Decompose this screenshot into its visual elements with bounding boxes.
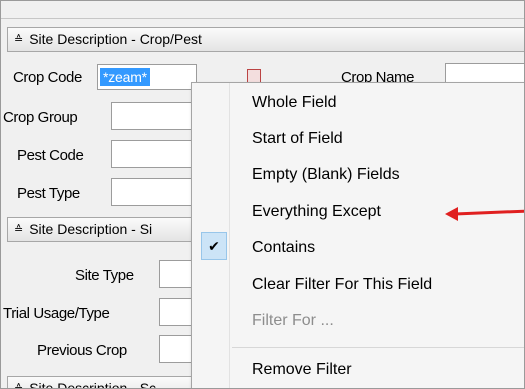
site-type-label: Site Type <box>75 267 134 284</box>
menu-item-clear-filter-field[interactable]: Clear Filter For This Field <box>232 269 524 301</box>
menu-item-contains[interactable]: Contains <box>232 232 524 264</box>
menu-separator <box>232 347 524 348</box>
crop-code-label: Crop Code <box>13 69 82 86</box>
menu-item-remove-filter[interactable]: Remove Filter <box>232 354 524 386</box>
menu-item-start-of-field[interactable]: Start of Field <box>232 123 524 155</box>
collapse-icon[interactable]: ≙ <box>14 383 23 388</box>
menu-item-whole-field[interactable]: Whole Field <box>232 87 524 119</box>
section-header-crop-pest[interactable]: ≙ Site Description - Crop/Pest <box>7 27 524 52</box>
trial-usage-label: Trial Usage/Type <box>3 305 110 322</box>
pest-code-label: Pest Code <box>17 147 84 164</box>
collapse-icon[interactable]: ≙ <box>14 224 23 236</box>
filter-context-menu: ✔ Whole Field Start of Field Empty (Blan… <box>191 82 524 388</box>
pest-type-label: Pest Type <box>17 185 80 202</box>
check-icon: ✔ <box>201 232 227 260</box>
section-title: Site Description - Si <box>29 221 153 237</box>
annotation-arrow-icon <box>445 207 524 221</box>
section-title: Site Description - Crop/Pest <box>29 31 202 47</box>
crop-group-label: Crop Group <box>3 109 78 126</box>
toolbar-strip <box>1 1 524 19</box>
previous-crop-label: Previous Crop <box>37 342 127 359</box>
section-title: Site Description - Sc <box>29 380 157 389</box>
crop-code-input[interactable]: *zeam* <box>97 64 197 90</box>
collapse-icon[interactable]: ≙ <box>14 34 23 46</box>
filter-form-window: ≙ Site Description - Crop/Pest Crop Code … <box>0 0 525 389</box>
crop-code-value: *zeam* <box>100 68 150 86</box>
menu-item-filter-for: Filter For ... <box>252 312 334 329</box>
menu-item-empty-fields[interactable]: Empty (Blank) Fields <box>232 159 524 191</box>
